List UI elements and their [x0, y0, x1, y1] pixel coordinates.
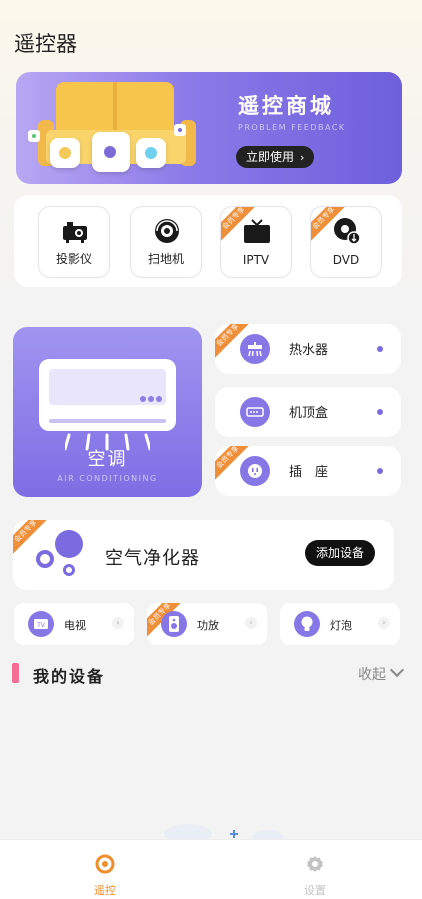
- chevron-down-icon: [389, 662, 405, 678]
- section-accent-bar: [12, 663, 19, 683]
- device-label: 功放: [197, 619, 219, 632]
- device-label: IPTV: [242, 253, 270, 267]
- air-conditioner-card[interactable]: 空调 AIR CONDITIONING: [13, 327, 202, 497]
- use-now-label: 立即使用: [246, 150, 295, 164]
- device-label: 热水器: [289, 343, 329, 358]
- device-label: 灯泡: [330, 619, 352, 632]
- tab-label: 设置: [304, 884, 326, 897]
- page-title: 遥控器: [14, 32, 77, 56]
- device-card-water-heater[interactable]: 会员专享 热水器: [215, 324, 401, 374]
- deco-square: [28, 130, 40, 142]
- device-illustration: [50, 138, 80, 168]
- add-device-button[interactable]: 添加设备: [304, 540, 375, 566]
- device-card-bulb[interactable]: 灯泡 ›: [280, 603, 400, 645]
- socket-icon: [240, 456, 270, 486]
- chevron-right-icon: ›: [300, 151, 305, 164]
- my-devices-title: 我的设备: [33, 667, 106, 686]
- device-label: 扫地机: [147, 252, 184, 266]
- tab-label: 遥控: [94, 884, 116, 897]
- purifier-label: 空气净化器: [105, 548, 200, 569]
- device-card-set-top-box[interactable]: 机顶盒: [215, 387, 401, 437]
- use-now-button[interactable]: 立即使用 ›: [236, 146, 315, 168]
- chevron-right-icon: ›: [112, 617, 124, 629]
- banner-subtitle: PROBLEM FEEDBACK: [238, 123, 346, 132]
- collapse-toggle[interactable]: 收起: [358, 662, 405, 684]
- speaker-icon: [161, 611, 187, 637]
- status-dot: [377, 409, 383, 415]
- device-tile-projector[interactable]: 投影仪: [38, 206, 110, 278]
- device-card-amplifier[interactable]: 会员专享 功放 ›: [147, 603, 267, 645]
- air-conditioner-icon: [39, 359, 176, 431]
- tv-icon: [244, 219, 270, 243]
- device-label: 机顶盒: [289, 406, 329, 421]
- device-card-socket[interactable]: 会员专享 插 座: [215, 446, 401, 496]
- air-purifier-icon: [55, 530, 83, 558]
- device-tile-iptv[interactable]: 会员专享 IPTV: [220, 206, 292, 278]
- banner-title: 遥控商城: [238, 94, 334, 118]
- collapse-label: 收起: [358, 667, 386, 683]
- robot-vacuum-icon: [155, 219, 179, 243]
- device-tile-robot-vacuum[interactable]: 扫地机: [130, 206, 202, 278]
- set-top-box-icon: [240, 397, 270, 427]
- device-label: 插 座: [289, 465, 329, 480]
- device-illustration: [136, 138, 166, 168]
- chevron-right-icon: ›: [245, 617, 257, 629]
- device-grid: 投影仪 扫地机 会员专享 IPTV 会员专享 DVD: [14, 195, 402, 287]
- bubble-decor: [63, 564, 75, 576]
- deco-square: [174, 124, 186, 136]
- dvd-icon: [334, 218, 361, 245]
- tab-bar: 遥控 设置: [0, 839, 422, 899]
- device-label: 电视: [64, 619, 86, 632]
- gear-icon: [307, 856, 323, 872]
- device-card-tv[interactable]: TV 电视 ›: [14, 603, 134, 645]
- tab-settings[interactable]: 设置: [285, 854, 345, 898]
- device-illustration: [92, 132, 130, 172]
- bubble-decor: [36, 550, 54, 568]
- projector-icon: [63, 222, 87, 243]
- tv-icon: TV: [28, 611, 54, 637]
- ac-title: 空调: [87, 449, 128, 470]
- device-label: 投影仪: [55, 252, 92, 266]
- bulb-icon: [294, 611, 320, 637]
- sofa-illustration: [56, 82, 174, 134]
- water-heater-icon: [240, 334, 270, 364]
- status-dot: [377, 468, 383, 474]
- ac-subtitle: AIR CONDITIONING: [57, 474, 158, 483]
- chevron-right-icon: ›: [378, 617, 390, 629]
- status-dot: [377, 346, 383, 352]
- tab-remote[interactable]: 遥控: [75, 854, 135, 898]
- device-tile-dvd[interactable]: 会员专享 DVD: [310, 206, 382, 278]
- svg-text:TV: TV: [36, 622, 46, 629]
- cloud-illustration: [164, 824, 284, 842]
- air-purifier-card[interactable]: 会员专享 空气净化器 添加设备: [13, 520, 394, 590]
- remote-icon: [95, 854, 115, 874]
- device-label: DVD: [332, 253, 360, 267]
- mall-banner[interactable]: 遥控商城 PROBLEM FEEDBACK 立即使用 ›: [16, 72, 402, 184]
